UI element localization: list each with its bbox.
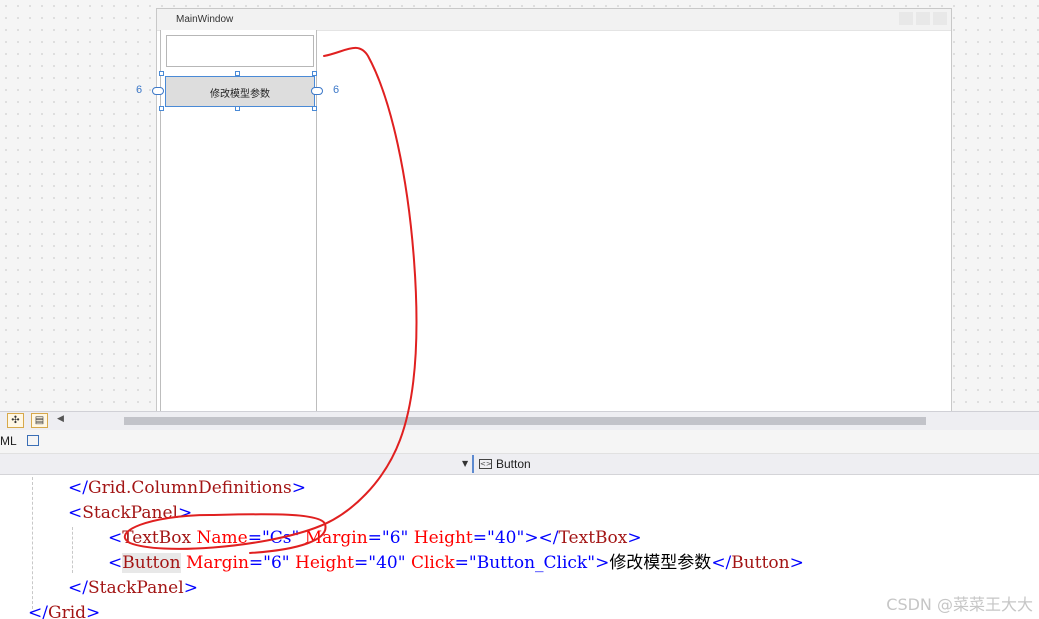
code-token-punct: = xyxy=(367,528,382,548)
code-token-punct: > xyxy=(789,553,804,573)
code-token-punct: < xyxy=(108,553,123,573)
code-token-tag: TextBox xyxy=(122,528,192,548)
code-token-val: "Button_Click" xyxy=(468,553,596,573)
resize-handle-top[interactable] xyxy=(235,71,240,76)
code-token-punct: > xyxy=(291,478,306,498)
split-divider[interactable] xyxy=(472,455,474,473)
element-icon: <> xyxy=(479,459,492,469)
code-token-tag: Grid.ColumnDefinitions xyxy=(87,478,292,498)
pan-tool-icon[interactable]: ✣ xyxy=(7,413,24,428)
code-token-punct: = xyxy=(248,553,264,573)
xaml-designer-surface[interactable]: MainWindow 修改模型参数 6 6 xyxy=(0,0,1039,411)
code-token-punct: </ xyxy=(711,553,732,573)
code-token-punct: > xyxy=(86,603,101,619)
code-line[interactable]: </Grid.ColumnDefinitions> xyxy=(68,476,306,501)
code-token-attr: Margin xyxy=(185,553,249,573)
indent-guide xyxy=(72,527,73,573)
code-token-text: 修改模型参数 xyxy=(609,553,712,573)
code-token-attr: Click xyxy=(410,553,455,573)
code-token-attr: Name xyxy=(196,528,248,548)
code-token-punct: </ xyxy=(68,478,88,498)
code-token-tag: Button xyxy=(731,553,790,573)
button-preview-label: 修改模型参数 xyxy=(210,89,270,100)
element-navigation-bar: ▼ <> Button xyxy=(0,454,1039,475)
resize-handle-top-right[interactable] xyxy=(312,71,317,76)
window-titlebar: MainWindow xyxy=(157,9,951,31)
code-token-punct: > xyxy=(183,578,198,598)
snap-grid-icon[interactable]: ▤ xyxy=(31,413,48,428)
code-token-punct: </ xyxy=(28,603,48,619)
code-line[interactable]: </Grid> xyxy=(28,601,100,619)
code-token-punct: ></ xyxy=(524,528,559,548)
code-token-val: "Cs" xyxy=(261,528,300,548)
code-token-val: "6" xyxy=(381,528,409,548)
code-line[interactable]: <TextBox Name="Cs" Margin="6" Height="40… xyxy=(108,526,642,551)
code-line[interactable]: <StackPanel> xyxy=(68,501,192,526)
tab-xaml[interactable]: ML xyxy=(0,434,17,448)
close-icon xyxy=(933,12,947,25)
anchor-left-icon[interactable] xyxy=(152,87,164,95)
element-selector[interactable]: Button xyxy=(496,457,531,471)
code-token-punct: > xyxy=(177,503,193,523)
code-token-punct: > xyxy=(627,528,642,548)
code-token-punct: = xyxy=(354,553,369,573)
dropdown-arrow-icon[interactable]: ▼ xyxy=(462,459,468,468)
code-line[interactable]: </StackPanel> xyxy=(68,576,198,601)
resize-handle-bottom-left[interactable] xyxy=(159,106,164,111)
stackpanel-preview[interactable]: 修改模型参数 xyxy=(160,30,317,411)
code-token-punct: </ xyxy=(68,578,88,598)
indent-guide xyxy=(32,477,33,609)
code-token-attr: Height xyxy=(295,553,355,573)
main-window-preview: MainWindow 修改模型参数 xyxy=(156,8,952,411)
margin-right-value: 6 xyxy=(333,84,340,96)
code-token-tag: Grid xyxy=(47,603,87,619)
code-token-punct: > xyxy=(595,553,610,573)
code-token-punct: = xyxy=(454,553,469,573)
resize-handle-top-left[interactable] xyxy=(159,71,164,76)
textbox-preview[interactable] xyxy=(166,35,314,67)
code-token-tag: TextBox xyxy=(558,528,628,548)
code-token-val: "6" xyxy=(263,553,290,573)
code-token-punct: = xyxy=(472,528,488,548)
window-title: MainWindow xyxy=(176,14,234,25)
code-token-attr: Height xyxy=(413,528,473,548)
code-token-val: "40" xyxy=(368,553,406,573)
code-token-punct: < xyxy=(68,503,83,523)
resize-handle-bottom-right[interactable] xyxy=(312,106,317,111)
button-preview[interactable]: 修改模型参数 xyxy=(165,76,315,107)
code-line[interactable]: <Button Margin="6" Height="40" Click="Bu… xyxy=(108,551,804,576)
margin-left-value: 6 xyxy=(136,84,143,96)
code-token-attr: Margin xyxy=(304,528,368,548)
horizontal-scrollbar-thumb[interactable] xyxy=(124,417,926,425)
view-tab-bar: ML xyxy=(0,430,1039,454)
code-token-punct: < xyxy=(108,528,123,548)
designer-scroll-bar: ✣ ▤ ◀ xyxy=(0,411,1039,430)
code-token-val: "40" xyxy=(487,528,525,548)
scroll-left-arrow-icon[interactable]: ◀ xyxy=(57,414,64,424)
code-token-tag: StackPanel xyxy=(87,578,184,598)
xaml-code-editor[interactable]: </Grid.ColumnDefinitions> <StackPanel> <Te… xyxy=(0,475,1039,619)
watermark: CSDN @菜菜王大大 xyxy=(886,595,1033,614)
minimize-icon xyxy=(899,12,913,25)
maximize-icon xyxy=(916,12,930,25)
code-token-punct: = xyxy=(247,528,262,548)
resize-handle-bottom[interactable] xyxy=(235,106,240,111)
code-token-tag: StackPanel xyxy=(82,503,178,523)
anchor-right-icon[interactable] xyxy=(311,87,323,95)
code-token-tag: Button xyxy=(122,553,181,573)
popout-icon[interactable] xyxy=(27,435,39,446)
